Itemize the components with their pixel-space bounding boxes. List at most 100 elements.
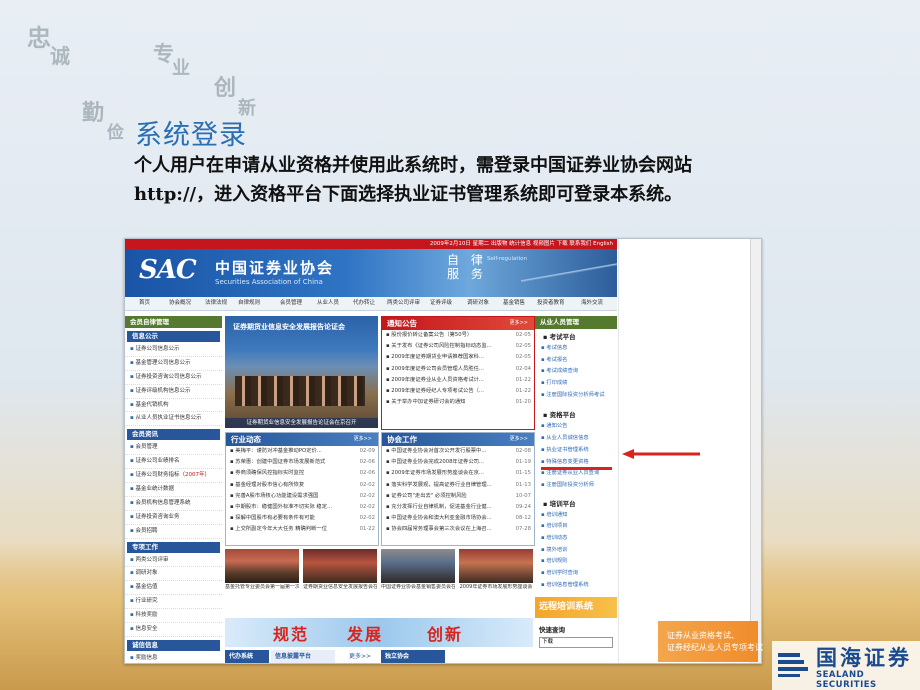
tab-otc-system[interactable]: 代办系统 [225,650,269,663]
news-row[interactable]: ▪ 中期股市：稳健国外标准不切实际 稳定... 02-02 [226,502,378,513]
remote-training-button[interactable]: 远程培训系统 [535,597,617,619]
news-row[interactable]: ▪ 协会四届常务理事会第三次会议在上海召... 07-28 [382,524,534,535]
list-item[interactable]: ▪ 会员招聘 [125,525,222,539]
list-item[interactable]: ▪ 会员机构信息管理系统 [125,497,222,511]
photo-caption[interactable]: 基金托管专业委员会第一届第一次会议 [225,584,299,590]
list-item[interactable]: ▪ 行业研究 [125,595,222,610]
exam-link[interactable]: ▪ 考试报名 [535,355,617,367]
training-link[interactable]: ▪ 培训学时查询 [535,568,617,580]
nav-item[interactable]: 自律规则 [238,297,260,310]
tab-independent-association[interactable]: 独立协会 [381,650,445,663]
list-item[interactable]: ▪ 信息安全 [125,623,222,637]
notice-row[interactable]: ▪ 股份报价转让备案公告（第50号） 02-05 [382,330,534,341]
decorative-glyph: 勤 [82,100,105,126]
list-item[interactable]: ▪ 证券投资咨询业务 [125,511,222,525]
event-photo[interactable] [303,549,377,583]
list-item[interactable]: ▪ 证券公司财务指标（2007年） [125,469,222,484]
list-item[interactable]: ▪ 证券公司业绩排名 [125,455,222,470]
news-row[interactable]: ▪ 基金经理对股市信心有所恢复 02-02 [226,480,378,491]
slogan-word: 发展 [347,625,384,644]
slogan-word: 创新 [427,625,464,644]
news-row[interactable]: ▪ 2009年证券市场发展形势座谈会在京... 01-15 [382,468,534,479]
nav-item[interactable]: 投资者教育 [537,297,565,310]
training-link[interactable]: ▪ 培训通知 [535,510,617,522]
topbar-links[interactable]: 2009年2月10日 星期二 出版物 统计信息 视频图片 下载 联系我们 Eng… [430,239,613,249]
exam-link[interactable]: ▪ 考试成绩查询 [535,366,617,378]
decorative-glyph: 俭 [107,123,124,143]
photo-caption[interactable]: 中国证券业协会基金销售委员会在北京召 [381,584,455,590]
nav-item[interactable]: 基金销售 [503,297,525,310]
tab-disclosure[interactable]: 信息披露平台 [271,650,335,663]
nav-item[interactable]: 法律法规 [205,297,227,310]
news-row[interactable]: ▪ 上交所副定今年大大任务 精确判断一位 01-22 [226,524,378,535]
more-link[interactable]: 更多>> [345,650,379,663]
exam-link[interactable]: ▪ 注册国际投资分析师考试 [535,390,617,402]
list-item[interactable]: ▪ 基金估值 [125,581,222,596]
training-link[interactable]: ▪ 培训规则 [535,556,617,568]
more-link[interactable]: 更多>> [510,433,528,446]
list-item[interactable]: ▪ 奖励信息 [125,652,222,663]
news-row[interactable]: ▪ 中国证券业协会对首次公开发行股票中... 02-08 [382,446,534,457]
nav-item[interactable]: 代办转让 [353,297,375,310]
nav-item[interactable]: 调研对象 [467,297,489,310]
list-item[interactable]: ▪ 基金代销机构 [125,399,222,413]
sealand-logo-icon [778,653,808,677]
nav-item[interactable]: 证券评级 [430,297,452,310]
event-photo[interactable] [225,549,299,583]
news-row[interactable]: ▪ 中国证券业协会和澳大利亚金融市场协会... 08-12 [382,513,534,524]
photo-caption[interactable]: 证券期货业信息安全发展报告会在京召开 [303,584,377,590]
photo-caption[interactable]: 2009年证券市场发展形势座谈会 [459,584,533,590]
news-row[interactable]: ▪ 中国证券业协会完成2008年证券公司... 01-19 [382,457,534,468]
qualification-link[interactable]: ▪ 通知公告 [535,421,617,433]
nav-item[interactable]: 协会概况 [169,297,191,310]
list-item[interactable]: ▪ 基金业统计数据 [125,483,222,497]
notice-row[interactable]: ▪ 2009年度证券公司会员管理人员胜任... 02-04 [382,364,534,375]
list-item[interactable]: ▪ 科技奖励 [125,609,222,624]
news-row[interactable]: ▪ 苏荣惠：创建中国证券市场发展新范式 02-06 [226,457,378,468]
news-row[interactable]: ▪ 证券公司"走出去" 必须控制风险 10-07 [382,491,534,502]
notice-row[interactable]: ▪ 2009年度证券经纪人专项考试公告（... 01-22 [382,386,534,397]
info-disclosure-header: 信息公示 [127,331,220,342]
nav-item[interactable]: 会员管理 [280,297,302,310]
news-row[interactable]: ▪ 落实科学发展观，提高证券行业自律管理... 01-13 [382,480,534,491]
list-item[interactable]: ▪ 从业人员执业证书信息公示 [125,412,222,427]
training-link[interactable]: ▪ 培训项目 [535,521,617,533]
more-link[interactable]: 更多>> [510,317,528,330]
event-photo[interactable] [459,549,533,583]
sac-logo[interactable]: SAC [139,255,197,285]
training-link[interactable]: ▪ 境外培训 [535,545,617,557]
quick-query-select[interactable]: 下载 [539,637,613,649]
nav-item[interactable]: 海外交流 [581,297,603,310]
list-item[interactable]: ▪ 两类公司评审 [125,554,222,568]
news-row[interactable]: ▪ 券商须确保风控指标实时监控 02-06 [226,468,378,479]
exam-ad-banner[interactable]: 证券从业资格考试、 证券经纪从业人员专项考试 [658,621,763,662]
list-item[interactable]: ▪ 调研对象 [125,567,222,582]
certificate-management-link[interactable]: ▪ 执业证书管理系统 [535,445,617,457]
more-link[interactable]: 更多>> [354,433,372,446]
list-item[interactable]: ▪ 会员管理 [125,441,222,456]
notice-row[interactable]: ▪ 关于发布《证券公司风险控制指标动态监... 02-05 [382,341,534,352]
feature-photo[interactable]: 证券期货业信息安全发展报告论证会 证券期货业信息安全发展报告论证会在京召开 [225,316,378,428]
exam-link[interactable]: ▪ 打印成绩 [535,378,617,390]
notice-row[interactable]: ▪ 关于举办中加证券研讨会的通知 01-20 [382,397,534,408]
event-photo[interactable] [381,549,455,583]
exam-link[interactable]: ▪ 考试信息 [535,343,617,355]
news-row[interactable]: ▪ 探解中国股市有必要有条件有可能 02-02 [226,513,378,524]
news-row[interactable]: ▪ 完善A股市场核心功能建设需求强国 02-02 [226,491,378,502]
training-link[interactable]: ▪ 培训动态 [535,533,617,545]
nav-item[interactable]: 两类公司评审 [387,297,420,310]
scrollbar[interactable] [750,239,761,663]
qualification-link[interactable]: ▪ 从业人员诚信信息 [535,433,617,445]
qualification-link[interactable]: ▪ 注册国际投资分析师 [535,480,617,492]
notice-row[interactable]: ▪ 2009年度证券业从业人员资格考试计... 01-22 [382,375,534,386]
list-item[interactable]: ▪ 证券公司信息公示 [125,343,222,357]
nav-item[interactable]: 首页 [139,297,150,310]
list-item[interactable]: ▪ 证券评级机构信息公示 [125,385,222,399]
news-row[interactable]: ▪ 美梅平：谨防对冲基金推动PO定价... 02-09 [226,446,378,457]
training-link[interactable]: ▪ 培训信息管理系统 [535,580,617,592]
list-item[interactable]: ▪ 证券投资咨询公司信息公示 [125,371,222,385]
nav-item[interactable]: 从业人员 [317,297,339,310]
news-row[interactable]: ▪ 充分发挥行业自律机制，促进基金行业健... 09-24 [382,502,534,513]
list-item[interactable]: ▪ 基金管理公司信息公示 [125,357,222,371]
notice-row[interactable]: ▪ 2009年度证券期货业申请推荐国家科... 02-05 [382,352,534,363]
